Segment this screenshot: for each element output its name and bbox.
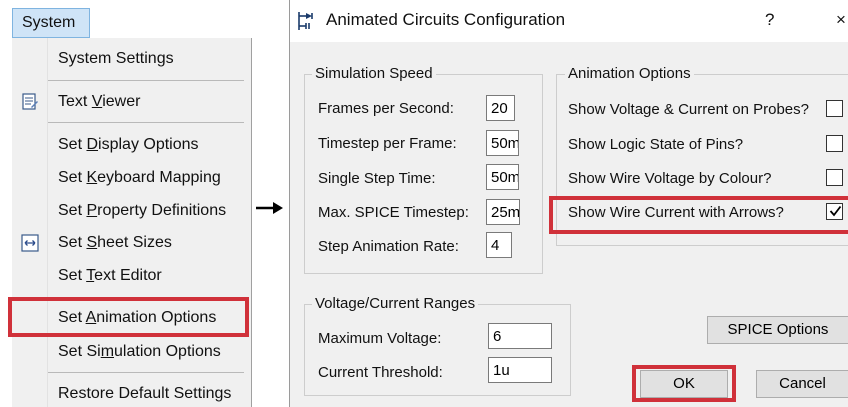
menu-item-display-options[interactable]: Set Display Options	[48, 130, 248, 160]
single-step-time-label: Single Step Time:	[318, 170, 436, 187]
menu-item-text-editor[interactable]: Set Text Editor	[48, 261, 248, 291]
max-spice-timestep-input[interactable]	[486, 199, 520, 225]
option-wire-voltage-colour-checkbox[interactable]	[826, 169, 843, 186]
menu-separator	[48, 80, 244, 81]
menu-system[interactable]: System	[12, 8, 90, 38]
close-button[interactable]: ×	[836, 10, 846, 30]
circuit-app-icon	[298, 12, 313, 30]
highlight-wire-current-arrows	[549, 196, 848, 234]
sheet-sizes-icon	[21, 234, 39, 252]
timestep-per-frame-input[interactable]	[486, 130, 519, 156]
animation-options-label: Animation Options	[565, 66, 694, 82]
single-step-time-input[interactable]	[486, 164, 519, 190]
highlight-animation-options	[8, 297, 249, 337]
menu-item-text-viewer[interactable]: Text Viewer	[48, 87, 248, 117]
menu-item-system-settings[interactable]: System Settings	[48, 44, 248, 74]
frames-per-second-input[interactable]	[486, 95, 515, 121]
option-wire-voltage-colour-label: Show Wire Voltage by Colour?	[568, 170, 772, 187]
option-voltage-current-probes-checkbox[interactable]	[826, 100, 843, 117]
option-logic-state-pins-checkbox[interactable]	[826, 135, 843, 152]
spice-options-button[interactable]: SPICE Options	[707, 316, 848, 344]
current-threshold-input[interactable]	[488, 357, 552, 383]
menu-item-keyboard-mapping[interactable]: Set Keyboard Mapping	[48, 163, 248, 193]
cancel-button[interactable]: Cancel	[756, 370, 848, 398]
frames-per-second-label: Frames per Second:	[318, 100, 454, 117]
menu-item-simulation-options[interactable]: Set Simulation Options	[48, 337, 248, 367]
menu-separator	[48, 122, 244, 123]
voltage-current-ranges-label: Voltage/Current Ranges	[312, 296, 479, 312]
help-button[interactable]: ?	[765, 10, 774, 30]
dialog-title: Animated Circuits Configuration	[326, 10, 566, 29]
menu-item-sheet-sizes[interactable]: Set Sheet Sizes	[48, 228, 248, 258]
maximum-voltage-label: Maximum Voltage:	[318, 330, 442, 347]
highlight-ok-button	[632, 365, 736, 402]
simulation-speed-label: Simulation Speed	[312, 66, 436, 82]
menu-item-property-definitions[interactable]: Set Property Definitions	[48, 196, 248, 226]
text-viewer-icon	[22, 93, 38, 110]
menu-item-restore-defaults[interactable]: Restore Default Settings	[48, 379, 248, 407]
option-voltage-current-probes-label: Show Voltage & Current on Probes?	[568, 101, 809, 118]
option-logic-state-pins-label: Show Logic State of Pins?	[568, 136, 744, 153]
maximum-voltage-input[interactable]	[488, 323, 552, 349]
current-threshold-label: Current Threshold:	[318, 364, 443, 381]
menu-separator	[48, 372, 244, 373]
pointer-arrow-icon	[256, 202, 283, 214]
step-animation-rate-label: Step Animation Rate:	[318, 238, 459, 255]
step-animation-rate-input[interactable]	[486, 232, 512, 258]
max-spice-timestep-label: Max. SPICE Timestep:	[318, 204, 469, 221]
timestep-per-frame-label: Timestep per Frame:	[318, 135, 457, 152]
